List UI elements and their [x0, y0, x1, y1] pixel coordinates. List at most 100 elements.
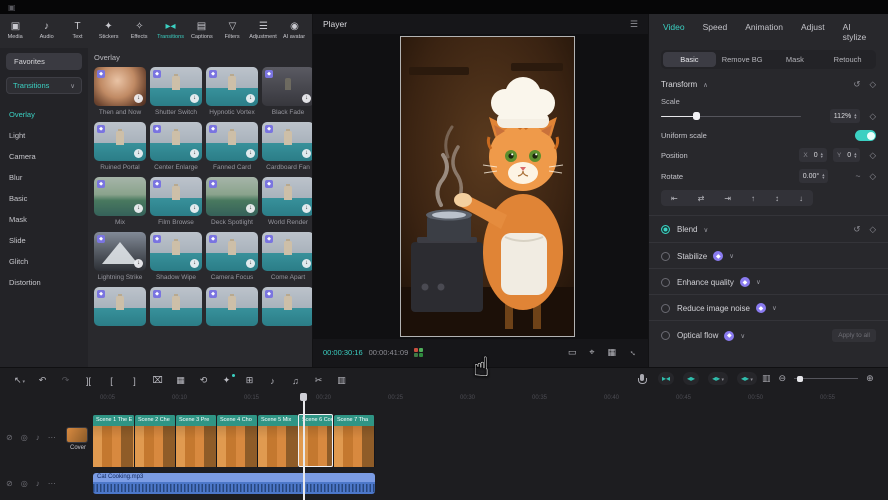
reset-transform-icon[interactable]: ↺ — [853, 79, 860, 90]
subtab-retouch[interactable]: Retouch — [821, 52, 874, 67]
module-tab-adjustment[interactable]: ☰Adjustment — [248, 22, 279, 40]
favorite-badge-icon[interactable]: ◆ — [265, 235, 273, 243]
module-tab-media[interactable]: ▣Media — [0, 22, 31, 40]
video-frame[interactable] — [400, 36, 575, 337]
audio-clip[interactable]: Cat Cooking.mp3 — [93, 473, 375, 494]
clip-scene-2-che[interactable]: Scene 2 Che — [135, 415, 176, 467]
category-item-overlay[interactable]: Overlay — [6, 104, 82, 125]
chevron-down-icon[interactable]: ∨ — [729, 252, 734, 260]
track-options-icon[interactable]: ⋯ — [48, 433, 56, 442]
favorite-badge-icon[interactable]: ◆ — [153, 180, 161, 188]
cover-button[interactable]: Cover — [66, 427, 90, 451]
favorite-badge-icon[interactable]: ◆ — [209, 290, 217, 298]
delete-button[interactable]: ⌧ — [146, 375, 169, 386]
transition-item-lightning-strike[interactable]: ◆↓Lightning Strike — [94, 232, 146, 281]
tab-adjust[interactable]: Adjust — [801, 22, 825, 42]
transition-item-deck-spotlight[interactable]: ◆↓Deck Spotlight — [206, 177, 258, 226]
clip-scene-1-the-e[interactable]: Scene 1 The E — [93, 415, 135, 467]
clip-scene-3-pre[interactable]: Scene 3 Pre — [176, 415, 217, 467]
rotate-keyframe-icon[interactable]: ◇ — [869, 171, 876, 182]
transition-item-camera-focus[interactable]: ◆↓Camera Focus — [206, 232, 258, 281]
align-center-h-icon[interactable]: ⇄ — [698, 194, 705, 203]
reduce-image-noise-checkbox[interactable] — [661, 304, 670, 313]
favorite-badge-icon[interactable]: ◆ — [153, 125, 161, 133]
split-button[interactable]: ][ — [77, 376, 100, 386]
optical-flow-apply-button[interactable]: Apply to all — [832, 329, 876, 342]
uniform-scale-toggle[interactable] — [855, 130, 876, 141]
rotate-dial-icon[interactable]: ~ — [855, 171, 860, 181]
transition-item-world-render[interactable]: ◆↓World Render — [262, 177, 312, 226]
display-button[interactable]: ▥ — [330, 375, 353, 386]
favorite-badge-icon[interactable]: ◆ — [153, 235, 161, 243]
position-y-stepper[interactable]: ▴▾ — [854, 152, 856, 159]
blend-chevron-icon[interactable]: ∨ — [703, 226, 708, 234]
tab-animation[interactable]: Animation — [745, 22, 783, 42]
favorite-badge-icon[interactable]: ◆ — [265, 70, 273, 78]
module-tab-effects[interactable]: ✧Effects — [124, 22, 155, 40]
blend-reset-icon[interactable]: ↺ — [853, 224, 860, 235]
rotate-stepper[interactable]: ▴▾ — [822, 173, 824, 180]
favorite-badge-icon[interactable]: ◆ — [97, 235, 105, 243]
preview-quality-icon[interactable] — [414, 348, 423, 357]
category-item-distortion[interactable]: Distortion — [6, 272, 82, 293]
freeze-button[interactable]: ▦ — [169, 375, 192, 386]
position-x-field[interactable]: X 0 ▴▾ — [799, 148, 827, 162]
track-mute-icon[interactable]: ♪ — [36, 433, 40, 442]
enhance-quality-checkbox[interactable] — [661, 278, 670, 287]
extract-audio-button[interactable]: ♫ — [284, 376, 307, 386]
favorite-badge-icon[interactable]: ◆ — [265, 290, 273, 298]
track-visibility-icon[interactable]: ◎ — [21, 433, 28, 442]
scale-value-field[interactable]: 112% ▴▾ — [830, 109, 861, 123]
favorite-badge-icon[interactable]: ◆ — [153, 290, 161, 298]
clip-scene-7-tha[interactable]: Scene 7 Tha — [334, 415, 375, 467]
module-tab-stickers[interactable]: ✦Stickers — [93, 22, 124, 40]
chevron-down-icon[interactable]: ∨ — [740, 332, 745, 340]
transition-item-partial[interactable]: ◆ — [94, 287, 146, 326]
track-height-icon[interactable]: ▥ — [762, 373, 771, 384]
transition-item-shadow-wipe[interactable]: ◆↓Shadow Wipe — [150, 232, 202, 281]
blend-keyframe-icon[interactable]: ◇ — [869, 224, 876, 235]
align-middle-icon[interactable]: ↕ — [775, 194, 779, 203]
favorite-badge-icon[interactable]: ◆ — [97, 290, 105, 298]
transition-item-mix[interactable]: ◆↓Mix — [94, 177, 146, 226]
scale-slider[interactable] — [661, 112, 801, 120]
module-tab-filters[interactable]: ▽Filters — [217, 22, 248, 40]
collapse-icon[interactable]: ∧ — [703, 81, 708, 89]
subtab-mask[interactable]: Mask — [769, 52, 822, 67]
track-mute-icon[interactable]: ♪ — [36, 479, 40, 488]
module-tab-captions[interactable]: ▤Captions — [186, 22, 217, 40]
link-toggle[interactable]: ◂▸ — [683, 372, 699, 385]
preview-canvas[interactable]: ☝ — [313, 34, 648, 339]
transform-keyframe-icon[interactable]: ◇ — [869, 79, 876, 90]
cut-button[interactable]: ✂ — [307, 375, 330, 386]
favorite-badge-icon[interactable]: ◆ — [209, 180, 217, 188]
playhead[interactable] — [303, 393, 305, 500]
subtab-remove-bg[interactable]: Remove BG — [716, 52, 769, 67]
scale-stepper[interactable]: ▴▾ — [854, 113, 856, 120]
favorite-badge-icon[interactable]: ◆ — [209, 235, 217, 243]
tab-video[interactable]: Video — [663, 22, 685, 42]
category-item-glitch[interactable]: Glitch — [6, 251, 82, 272]
reverse-button[interactable]: ⟲ — [192, 375, 215, 386]
subtab-basic[interactable]: Basic — [663, 52, 716, 67]
category-item-camera[interactable]: Camera — [6, 146, 82, 167]
module-tab-transitions[interactable]: ▸◂Transitions — [155, 22, 186, 40]
timeline-zoom-out-icon[interactable]: ⊖ — [779, 373, 787, 384]
snap-toggle[interactable]: ▸◂ — [658, 372, 674, 385]
trim-left-button[interactable]: [ — [100, 376, 123, 386]
stabilize-checkbox[interactable] — [661, 252, 670, 261]
transition-item-cardboard-fan[interactable]: ◆↓Cardboard Fan — [262, 122, 312, 171]
transition-item-partial[interactable]: ◆ — [150, 287, 202, 326]
category-item-blur[interactable]: Blur — [6, 167, 82, 188]
transition-item-partial[interactable]: ◆ — [262, 287, 312, 326]
category-item-light[interactable]: Light — [6, 125, 82, 146]
timeline-ruler[interactable]: 00:0500:1000:1500:2000:2500:3000:3500:40… — [0, 393, 888, 407]
quality-icon[interactable]: ▦ — [607, 347, 616, 358]
favorite-badge-icon[interactable]: ◆ — [153, 70, 161, 78]
favorite-badge-icon[interactable]: ◆ — [209, 125, 217, 133]
blend-checkbox[interactable] — [661, 225, 670, 234]
crop-button[interactable]: ⊞ — [238, 375, 261, 386]
position-x-stepper[interactable]: ▴▾ — [821, 152, 823, 159]
chevron-down-icon[interactable]: ∨ — [756, 278, 761, 286]
track-visibility-icon[interactable]: ◎ — [21, 479, 28, 488]
